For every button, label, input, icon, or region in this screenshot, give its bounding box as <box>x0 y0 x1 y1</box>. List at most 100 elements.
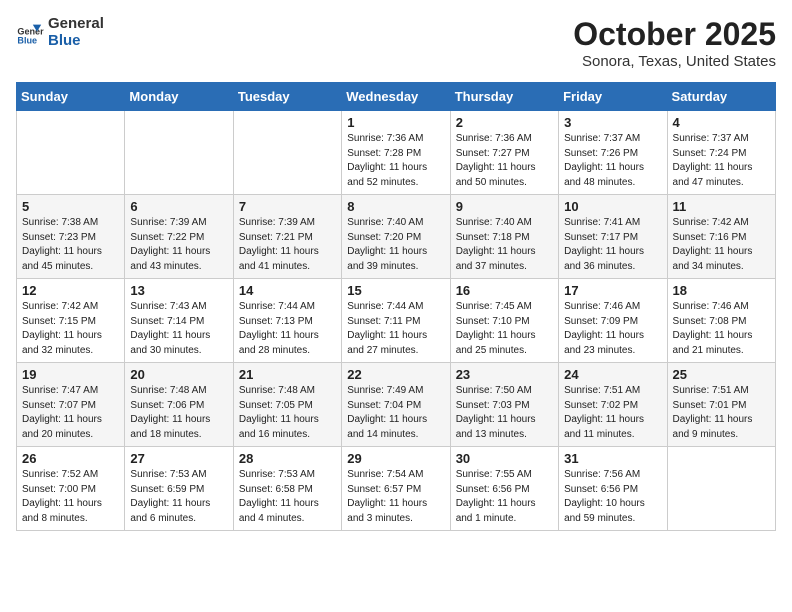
day-cell: 8 Sunrise: 7:40 AM Sunset: 7:20 PM Daylig… <box>342 195 450 279</box>
day-info: Sunrise: 7:54 AM Sunset: 6:57 PM Dayligh… <box>347 468 444 526</box>
day-info: Sunrise: 7:50 AM Sunset: 7:03 PM Dayligh… <box>456 384 553 442</box>
day-info: Sunrise: 7:38 AM Sunset: 7:23 PM Dayligh… <box>22 216 119 274</box>
day-info: Sunrise: 7:56 AM Sunset: 6:56 PM Dayligh… <box>564 468 661 526</box>
weekday-header-wednesday: Wednesday <box>342 83 450 111</box>
day-info: Sunrise: 7:36 AM Sunset: 7:27 PM Dayligh… <box>456 132 553 190</box>
logo-text: General Blue <box>48 16 104 49</box>
day-info: Sunrise: 7:53 AM Sunset: 6:58 PM Dayligh… <box>239 468 336 526</box>
day-info: Sunrise: 7:52 AM Sunset: 7:00 PM Dayligh… <box>22 468 119 526</box>
day-number: 29 <box>347 451 444 466</box>
day-number: 13 <box>130 283 227 298</box>
day-number: 26 <box>22 451 119 466</box>
day-cell: 23 Sunrise: 7:50 AM Sunset: 7:03 PM Dayli… <box>450 363 558 447</box>
day-cell: 17 Sunrise: 7:46 AM Sunset: 7:09 PM Dayli… <box>559 279 667 363</box>
day-cell: 22Sunrise: 7:49 AM Sunset: 7:04 PM Dayli… <box>342 363 450 447</box>
day-cell: 29 Sunrise: 7:54 AM Sunset: 6:57 PM Dayli… <box>342 447 450 531</box>
logo-icon: General Blue <box>16 19 44 47</box>
day-cell: 30 Sunrise: 7:55 AM Sunset: 6:56 PM Dayli… <box>450 447 558 531</box>
day-cell: 7Sunrise: 7:39 AM Sunset: 7:21 PM Daylig… <box>233 195 341 279</box>
day-info: Sunrise: 7:51 AM Sunset: 7:01 PM Dayligh… <box>673 384 770 442</box>
day-number: 17 <box>564 283 661 298</box>
day-cell: 19 Sunrise: 7:47 AM Sunset: 7:07 PM Dayli… <box>17 363 125 447</box>
weekday-header-thursday: Thursday <box>450 83 558 111</box>
day-number: 5 <box>22 199 119 214</box>
day-number: 2 <box>456 115 553 130</box>
day-cell: 26 Sunrise: 7:52 AM Sunset: 7:00 PM Dayli… <box>17 447 125 531</box>
day-info: Sunrise: 7:37 AM Sunset: 7:26 PM Dayligh… <box>564 132 661 190</box>
day-cell: 6 Sunrise: 7:39 AM Sunset: 7:22 PM Daylig… <box>125 195 233 279</box>
day-info: Sunrise: 7:44 AM Sunset: 7:13 PM Dayligh… <box>239 300 336 358</box>
svg-text:Blue: Blue <box>17 35 37 45</box>
day-number: 19 <box>22 367 119 382</box>
day-info: Sunrise: 7:43 AM Sunset: 7:14 PM Dayligh… <box>130 300 227 358</box>
day-info: Sunrise: 7:48 AM Sunset: 7:06 PM Dayligh… <box>130 384 227 442</box>
day-number: 18 <box>673 283 770 298</box>
day-cell: 9 Sunrise: 7:40 AM Sunset: 7:18 PM Daylig… <box>450 195 558 279</box>
day-number: 10 <box>564 199 661 214</box>
day-info: Sunrise: 7:49 AM Sunset: 7:04 PM Dayligh… <box>347 384 444 442</box>
day-cell <box>233 111 341 195</box>
day-number: 16 <box>456 283 553 298</box>
day-cell: 5 Sunrise: 7:38 AM Sunset: 7:23 PM Daylig… <box>17 195 125 279</box>
day-info: Sunrise: 7:42 AM Sunset: 7:16 PM Dayligh… <box>673 216 770 274</box>
day-info: Sunrise: 7:51 AM Sunset: 7:02 PM Dayligh… <box>564 384 661 442</box>
day-number: 3 <box>564 115 661 130</box>
title-block: October 2025 Sonora, Texas, United State… <box>573 16 776 70</box>
day-cell: 18 Sunrise: 7:46 AM Sunset: 7:08 PM Dayli… <box>667 279 775 363</box>
day-info: Sunrise: 7:46 AM Sunset: 7:09 PM Dayligh… <box>564 300 661 358</box>
day-info: Sunrise: 7:39 AM Sunset: 7:21 PM Dayligh… <box>239 216 336 274</box>
calendar: SundayMondayTuesdayWednesdayThursdayFrid… <box>16 82 776 531</box>
day-cell <box>17 111 125 195</box>
day-cell: 14 Sunrise: 7:44 AM Sunset: 7:13 PM Dayli… <box>233 279 341 363</box>
day-cell <box>667 447 775 531</box>
page-header: General Blue General Blue October 2025 S… <box>16 16 776 70</box>
day-number: 20 <box>130 367 227 382</box>
day-info: Sunrise: 7:36 AM Sunset: 7:28 PM Dayligh… <box>347 132 444 190</box>
day-number: 1 <box>347 115 444 130</box>
week-row-4: 19 Sunrise: 7:47 AM Sunset: 7:07 PM Dayli… <box>17 363 776 447</box>
day-info: Sunrise: 7:40 AM Sunset: 7:18 PM Dayligh… <box>456 216 553 274</box>
day-number: 9 <box>456 199 553 214</box>
day-number: 11 <box>673 199 770 214</box>
day-info: Sunrise: 7:40 AM Sunset: 7:20 PM Dayligh… <box>347 216 444 274</box>
day-number: 28 <box>239 451 336 466</box>
day-number: 31 <box>564 451 661 466</box>
location: Sonora, Texas, United States <box>573 53 776 70</box>
day-info: Sunrise: 7:45 AM Sunset: 7:10 PM Dayligh… <box>456 300 553 358</box>
logo: General Blue General Blue <box>16 16 104 49</box>
day-cell: 20 Sunrise: 7:48 AM Sunset: 7:06 PM Dayli… <box>125 363 233 447</box>
day-cell <box>125 111 233 195</box>
day-info: Sunrise: 7:42 AM Sunset: 7:15 PM Dayligh… <box>22 300 119 358</box>
day-cell: 24Sunrise: 7:51 AM Sunset: 7:02 PM Dayli… <box>559 363 667 447</box>
day-cell: 21Sunrise: 7:48 AM Sunset: 7:05 PM Dayli… <box>233 363 341 447</box>
day-number: 15 <box>347 283 444 298</box>
day-cell: 12 Sunrise: 7:42 AM Sunset: 7:15 PM Dayli… <box>17 279 125 363</box>
day-cell: 10Sunrise: 7:41 AM Sunset: 7:17 PM Dayli… <box>559 195 667 279</box>
day-info: Sunrise: 7:46 AM Sunset: 7:08 PM Dayligh… <box>673 300 770 358</box>
day-cell: 15Sunrise: 7:44 AM Sunset: 7:11 PM Dayli… <box>342 279 450 363</box>
day-info: Sunrise: 7:47 AM Sunset: 7:07 PM Dayligh… <box>22 384 119 442</box>
day-info: Sunrise: 7:53 AM Sunset: 6:59 PM Dayligh… <box>130 468 227 526</box>
day-number: 14 <box>239 283 336 298</box>
day-cell: 3 Sunrise: 7:37 AM Sunset: 7:26 PM Daylig… <box>559 111 667 195</box>
day-number: 23 <box>456 367 553 382</box>
weekday-header-monday: Monday <box>125 83 233 111</box>
day-number: 6 <box>130 199 227 214</box>
day-info: Sunrise: 7:48 AM Sunset: 7:05 PM Dayligh… <box>239 384 336 442</box>
weekday-header-friday: Friday <box>559 83 667 111</box>
weekday-header-sunday: Sunday <box>17 83 125 111</box>
month-title: October 2025 <box>573 16 776 53</box>
day-cell: 27Sunrise: 7:53 AM Sunset: 6:59 PM Dayli… <box>125 447 233 531</box>
day-cell: 2 Sunrise: 7:36 AM Sunset: 7:27 PM Daylig… <box>450 111 558 195</box>
day-number: 12 <box>22 283 119 298</box>
day-info: Sunrise: 7:39 AM Sunset: 7:22 PM Dayligh… <box>130 216 227 274</box>
weekday-header-row: SundayMondayTuesdayWednesdayThursdayFrid… <box>17 83 776 111</box>
day-cell: 25Sunrise: 7:51 AM Sunset: 7:01 PM Dayli… <box>667 363 775 447</box>
week-row-3: 12 Sunrise: 7:42 AM Sunset: 7:15 PM Dayli… <box>17 279 776 363</box>
weekday-header-saturday: Saturday <box>667 83 775 111</box>
day-info: Sunrise: 7:55 AM Sunset: 6:56 PM Dayligh… <box>456 468 553 526</box>
weekday-header-tuesday: Tuesday <box>233 83 341 111</box>
week-row-2: 5 Sunrise: 7:38 AM Sunset: 7:23 PM Daylig… <box>17 195 776 279</box>
day-number: 8 <box>347 199 444 214</box>
day-number: 30 <box>456 451 553 466</box>
